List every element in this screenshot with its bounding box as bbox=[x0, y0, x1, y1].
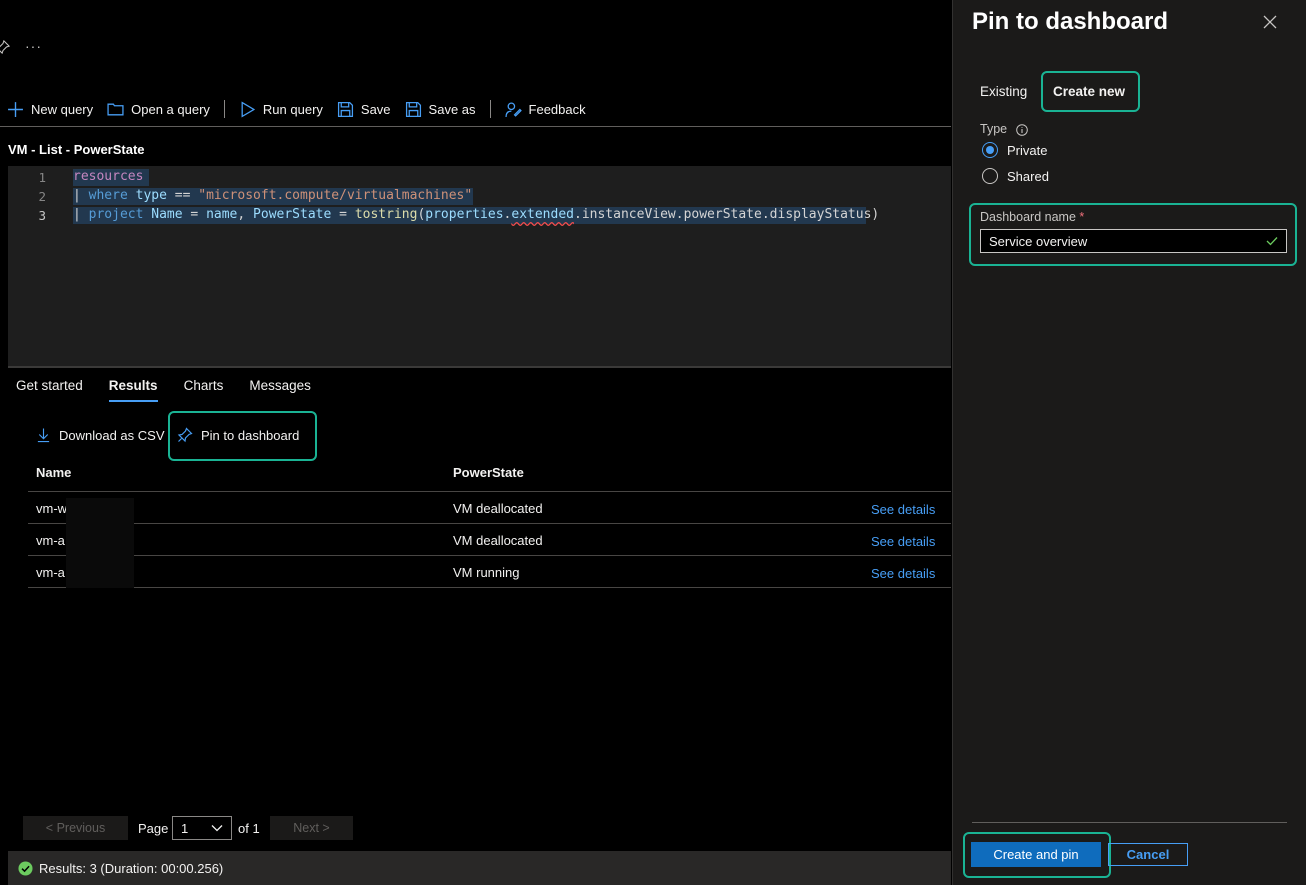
panel-footer-divider bbox=[972, 822, 1287, 823]
table-cell-powerstate: VM deallocated bbox=[453, 533, 543, 548]
download-icon bbox=[37, 428, 50, 443]
line-number: 3 bbox=[38, 208, 46, 223]
table-cell-powerstate: VM deallocated bbox=[453, 501, 543, 516]
column-header-powerstate[interactable]: PowerState bbox=[453, 465, 524, 480]
chevron-down-icon bbox=[211, 825, 223, 832]
see-details-link[interactable]: See details bbox=[871, 502, 935, 517]
radio-shared-label: Shared bbox=[1007, 169, 1049, 184]
save-button[interactable]: Save bbox=[330, 96, 398, 122]
redaction-block bbox=[66, 498, 134, 588]
query-title: VM - List - PowerState bbox=[8, 142, 145, 157]
results-tabs: Get started Results Charts Messages bbox=[16, 378, 311, 402]
previous-page-button[interactable]: < Previous bbox=[23, 816, 128, 840]
close-icon[interactable] bbox=[1262, 14, 1278, 30]
folder-open-icon bbox=[107, 103, 124, 115]
table-cell-name: vm-w bbox=[36, 501, 68, 516]
table-divider bbox=[28, 555, 951, 556]
pin-icon bbox=[177, 427, 193, 443]
dashboard-name-label: Dashboard name * bbox=[980, 210, 1085, 224]
tab-existing[interactable]: Existing bbox=[980, 84, 1027, 99]
toolbar-divider bbox=[223, 100, 225, 118]
status-bar: Results: 3 (Duration: 00:00.256) bbox=[8, 851, 951, 885]
plus-icon bbox=[8, 101, 23, 117]
required-mark: * bbox=[1079, 210, 1085, 224]
code-line: resources bbox=[73, 169, 144, 184]
open-query-label: Open a query bbox=[131, 101, 210, 117]
table-cell-name: vm-a bbox=[36, 533, 65, 548]
feedback-icon bbox=[504, 101, 522, 117]
run-query-label: Run query bbox=[262, 101, 323, 117]
see-details-link[interactable]: See details bbox=[871, 566, 935, 581]
tab-get-started[interactable]: Get started bbox=[16, 378, 83, 402]
dashboard-name-input[interactable]: Service overview bbox=[980, 229, 1287, 253]
open-query-button[interactable]: Open a query bbox=[100, 96, 217, 122]
feedback-button[interactable]: Feedback bbox=[498, 96, 593, 122]
type-label: Type bbox=[980, 122, 1008, 136]
save-as-label: Save as bbox=[428, 101, 476, 117]
tab-messages[interactable]: Messages bbox=[249, 378, 311, 402]
tab-results[interactable]: Results bbox=[108, 378, 158, 402]
download-csv-button[interactable]: Download as CSV bbox=[36, 422, 165, 448]
table-cell-name: vm-a bbox=[36, 565, 65, 580]
page-select[interactable]: 1 bbox=[172, 816, 232, 840]
page-of-label: of 1 bbox=[238, 821, 260, 836]
code-line: | where type == "microsoft.compute/virtu… bbox=[73, 188, 473, 203]
tab-charts[interactable]: Charts bbox=[184, 378, 224, 402]
success-check-icon bbox=[18, 860, 33, 876]
query-toolbar: New query Open a query Run query Save Sa… bbox=[0, 96, 593, 122]
tab-create-new[interactable]: Create new bbox=[1053, 84, 1125, 99]
create-and-pin-button[interactable]: Create and pin bbox=[971, 842, 1101, 867]
cancel-button[interactable]: Cancel bbox=[1108, 843, 1188, 866]
info-icon[interactable] bbox=[1016, 124, 1028, 136]
valid-check-icon bbox=[1266, 237, 1278, 246]
dashboard-name-value: Service overview bbox=[989, 233, 1088, 249]
toolbar-divider-line bbox=[0, 126, 951, 127]
next-page-button[interactable]: Next > bbox=[270, 816, 353, 840]
save-as-icon bbox=[405, 101, 421, 117]
table-divider bbox=[28, 491, 951, 492]
save-icon bbox=[337, 101, 353, 117]
radio-shared[interactable] bbox=[982, 168, 998, 184]
status-text: Results: 3 (Duration: 00:00.256) bbox=[39, 860, 224, 876]
line-number: 1 bbox=[38, 170, 46, 185]
panel-title: Pin to dashboard bbox=[972, 8, 1169, 35]
table-cell-powerstate: VM running bbox=[453, 565, 520, 580]
column-header-name[interactable]: Name bbox=[36, 465, 71, 480]
page-label: Page bbox=[138, 821, 169, 836]
see-details-link[interactable]: See details bbox=[871, 534, 935, 549]
save-label: Save bbox=[360, 101, 391, 117]
radio-private[interactable] bbox=[982, 142, 998, 158]
new-query-label: New query bbox=[31, 101, 94, 117]
run-query-button[interactable]: Run query bbox=[232, 96, 330, 122]
pin-icon[interactable] bbox=[0, 40, 10, 54]
toolbar-divider bbox=[489, 100, 491, 118]
radio-private-label: Private bbox=[1007, 143, 1048, 158]
line-number: 2 bbox=[38, 189, 46, 204]
new-query-button[interactable]: New query bbox=[0, 96, 100, 122]
download-csv-label: Download as CSV bbox=[59, 427, 165, 443]
code-line: | project Name = name, PowerState = tost… bbox=[73, 207, 880, 222]
play-icon bbox=[241, 100, 256, 118]
table-divider bbox=[28, 523, 951, 524]
table-divider bbox=[28, 587, 951, 588]
page-select-value: 1 bbox=[181, 820, 189, 836]
more-options-button[interactable]: ··· bbox=[25, 38, 42, 54]
pin-to-dashboard-button[interactable]: Pin to dashboard bbox=[177, 422, 299, 448]
pin-to-dashboard-label: Pin to dashboard bbox=[201, 427, 300, 443]
feedback-label: Feedback bbox=[528, 101, 586, 117]
query-editor[interactable]: 1 2 3 resources | where type == "microso… bbox=[8, 166, 951, 368]
save-as-button[interactable]: Save as bbox=[398, 96, 483, 122]
